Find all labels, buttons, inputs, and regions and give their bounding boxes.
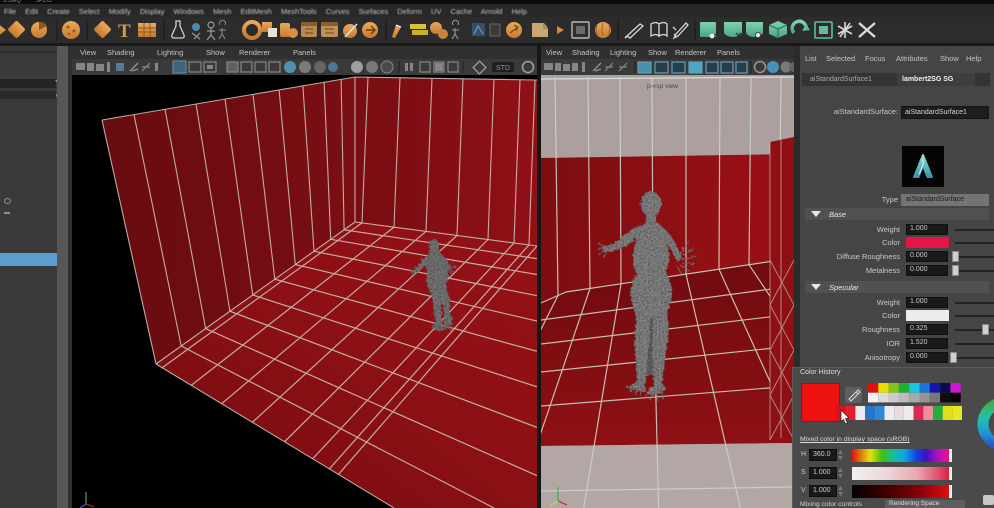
svg-text:STD: STD <box>496 65 510 72</box>
svg-text:T: T <box>118 21 131 42</box>
